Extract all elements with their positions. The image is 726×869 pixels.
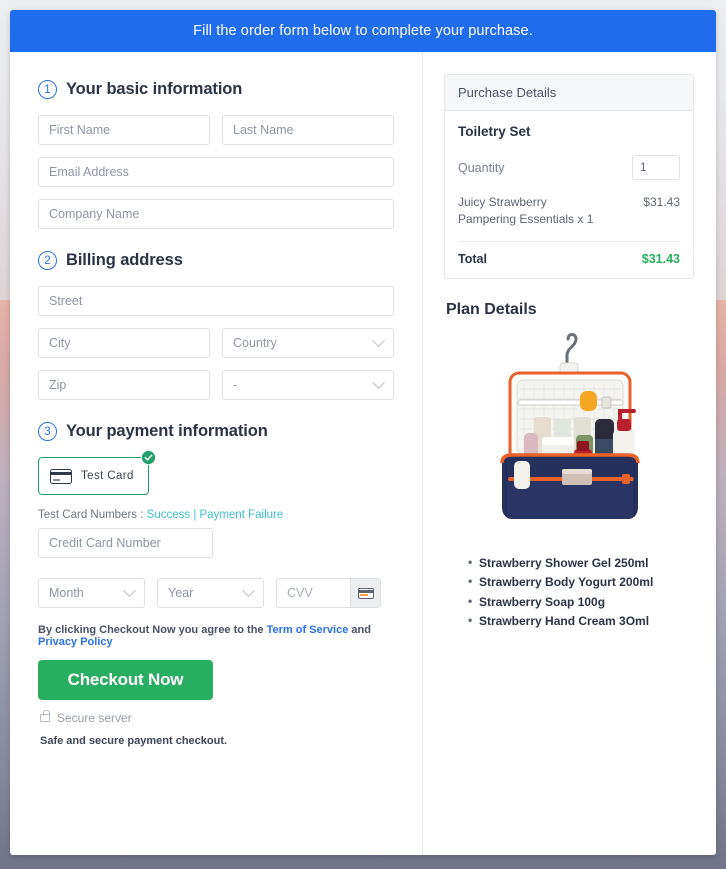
street-input[interactable]: Street — [38, 286, 394, 316]
country-placeholder: Country — [233, 336, 277, 350]
state-placeholder: - — [233, 378, 238, 392]
last-name-placeholder: Last Name — [233, 123, 294, 137]
instruction-banner: Fill the order form below to complete yo… — [10, 10, 716, 52]
payment-failure-test-card-link[interactable]: Payment Failure — [200, 509, 284, 521]
last-name-input[interactable]: Last Name — [222, 115, 394, 145]
credit-card-number-placeholder: Credit Card Number — [49, 536, 161, 550]
safe-checkout-note: Safe and secure payment checkout. — [40, 735, 228, 747]
product-image — [444, 325, 694, 550]
expiry-year-select[interactable]: Year — [157, 578, 264, 608]
purchase-details-body: Toiletry Set Quantity 1 Juicy Strawberry… — [445, 111, 693, 278]
section-heading-billing-address: 2 Billing address — [38, 251, 394, 270]
email-row: Email Address — [38, 157, 394, 187]
chevron-down-icon — [372, 375, 385, 389]
email-placeholder: Email Address — [49, 165, 129, 179]
year-placeholder: Year — [168, 586, 194, 600]
section-heading-payment-information: 3 Your payment information — [38, 422, 394, 441]
plan-items-list: Strawberry Shower Gel 250ml Strawberry B… — [444, 553, 694, 632]
toiletry-bag-illustration — [499, 332, 640, 519]
total-label: Total — [458, 251, 487, 266]
step-number-3: 3 — [38, 422, 57, 441]
step-number-2: 2 — [38, 251, 57, 270]
payment-method-label: Test Card — [81, 470, 134, 482]
cvv-field-group: CVV — [276, 578, 381, 608]
list-item: Strawberry Soap 100g — [468, 592, 694, 612]
company-name-placeholder: Company Name — [49, 207, 140, 221]
checkout-card: Fill the order form below to complete yo… — [10, 10, 716, 855]
quantity-row: Quantity 1 — [458, 155, 680, 180]
credit-card-row: Credit Card Number — [38, 528, 394, 558]
chevron-down-icon — [123, 583, 136, 597]
quantity-value: 1 — [640, 161, 647, 174]
chevron-down-icon — [372, 333, 385, 347]
list-item: Strawberry Shower Gel 250ml — [468, 553, 694, 573]
checkout-now-button[interactable]: Checkout Now — [38, 660, 213, 700]
expiry-cvv-row: Month Year CVV — [38, 578, 394, 608]
line-item-price: $31.43 — [643, 195, 680, 209]
email-input[interactable]: Email Address — [38, 157, 394, 187]
quantity-label: Quantity — [458, 160, 505, 175]
terms-prefix: By clicking Checkout Now you agree to th… — [38, 624, 267, 636]
list-item: Strawberry Body Yogurt 200ml — [468, 572, 694, 592]
cvv-help-button[interactable] — [350, 579, 380, 607]
purchase-details-header: Purchase Details — [445, 75, 693, 111]
month-placeholder: Month — [49, 586, 84, 600]
total-value: $31.43 — [641, 251, 680, 266]
company-row: Company Name — [38, 199, 394, 229]
privacy-policy-link[interactable]: Privacy Policy — [38, 636, 113, 648]
test-card-numbers-prefix: Test Card Numbers : — [38, 509, 147, 521]
street-row: Street — [38, 286, 394, 316]
name-row: First Name Last Name — [38, 115, 394, 145]
first-name-input[interactable]: First Name — [38, 115, 210, 145]
section-title-payment-information: Your payment information — [66, 422, 268, 440]
plan-details-title: Plan Details — [446, 300, 537, 318]
city-country-row: City Country — [38, 328, 394, 358]
zip-input[interactable]: Zip — [38, 370, 210, 400]
zip-placeholder: Zip — [49, 378, 67, 392]
section-title-basic-information: Your basic information — [66, 80, 243, 98]
cvv-input[interactable]: CVV — [277, 579, 350, 607]
test-card-numbers-line: Test Card Numbers : Success | Payment Fa… — [38, 509, 394, 521]
purchase-details-panel: Purchase Details Toiletry Set Quantity 1… — [444, 74, 694, 279]
credit-card-icon — [357, 587, 374, 599]
lock-icon — [40, 710, 50, 722]
secure-server-label: Secure server — [57, 711, 132, 725]
section-title-billing-address: Billing address — [66, 251, 183, 269]
test-card-separator: | — [190, 509, 200, 521]
street-placeholder: Street — [49, 294, 83, 308]
company-name-input[interactable]: Company Name — [38, 199, 394, 229]
payment-method-test-card[interactable]: Test Card — [38, 457, 149, 495]
checkout-body: 1 Your basic information First Name Last… — [10, 52, 716, 855]
section-heading-basic-information: 1 Your basic information — [38, 80, 394, 99]
payment-method-wrapper: Test Card — [38, 450, 156, 495]
terms-agreement-text: By clicking Checkout Now you agree to th… — [38, 624, 394, 648]
secure-server-note: Secure server — [40, 710, 394, 725]
list-item: Strawberry Hand Cream 3Oml — [468, 611, 694, 631]
product-name: Toiletry Set — [458, 124, 531, 139]
step-number-1: 1 — [38, 80, 57, 99]
form-column: 1 Your basic information First Name Last… — [10, 52, 423, 855]
banner-text: Fill the order form below to complete yo… — [193, 23, 533, 39]
chevron-down-icon — [242, 583, 255, 597]
city-placeholder: City — [49, 336, 71, 350]
credit-card-number-input[interactable]: Credit Card Number — [38, 528, 213, 558]
term-of-service-link[interactable]: Term of Service — [267, 624, 349, 636]
state-select[interactable]: - — [222, 370, 394, 400]
summary-column: Purchase Details Toiletry Set Quantity 1… — [423, 52, 716, 855]
line-item-row: Juicy Strawberry Pampering Essentials x … — [458, 194, 680, 242]
success-test-card-link[interactable]: Success — [147, 509, 190, 521]
line-item-name: Juicy Strawberry Pampering Essentials x … — [458, 195, 594, 227]
terms-middle: and — [348, 624, 371, 636]
quantity-input[interactable]: 1 — [632, 155, 680, 180]
expiry-month-select[interactable]: Month — [38, 578, 145, 608]
zip-state-row: Zip - — [38, 370, 394, 400]
country-select[interactable]: Country — [222, 328, 394, 358]
total-row: Total $31.43 — [458, 242, 680, 266]
credit-card-icon — [50, 468, 72, 484]
city-input[interactable]: City — [38, 328, 210, 358]
check-circle-icon — [140, 450, 156, 465]
cvv-placeholder: CVV — [287, 586, 313, 600]
first-name-placeholder: First Name — [49, 123, 111, 137]
